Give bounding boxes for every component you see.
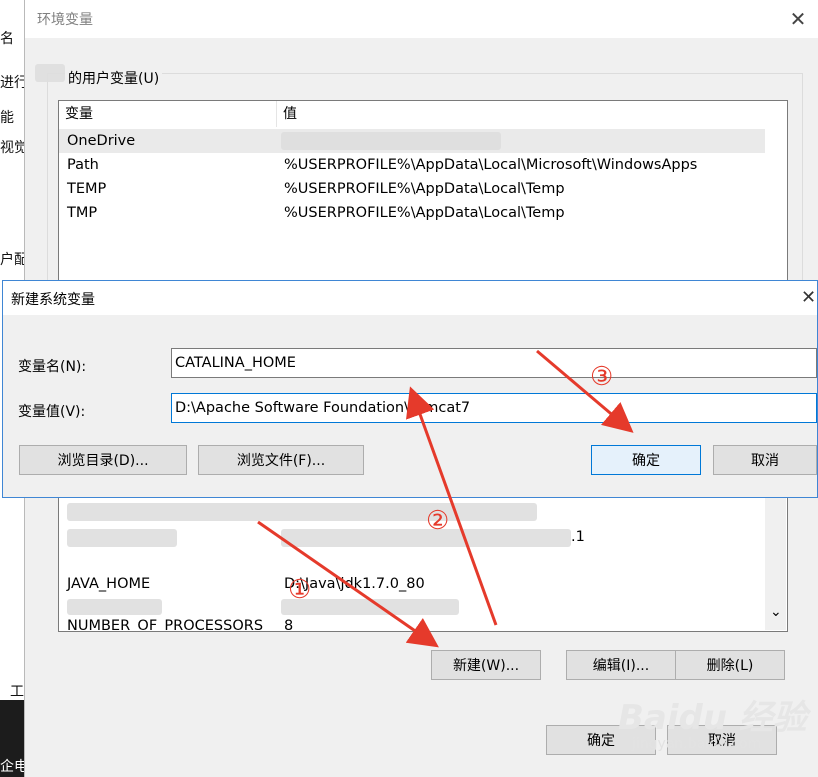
- annotation-arrow-1: [257, 520, 439, 648]
- annotation-arrow-3: [536, 349, 634, 433]
- baidu-watermark: Baidu 经验: [618, 698, 807, 738]
- step-2-marker: ②: [426, 506, 450, 536]
- annotation-arrow-2: [406, 386, 498, 626]
- annotation-arrows: [257, 349, 634, 648]
- step-1-marker: ①: [288, 575, 312, 605]
- step-3-marker: ③: [590, 362, 614, 392]
- watermark-url: jingyan.baidu.com: [632, 736, 762, 752]
